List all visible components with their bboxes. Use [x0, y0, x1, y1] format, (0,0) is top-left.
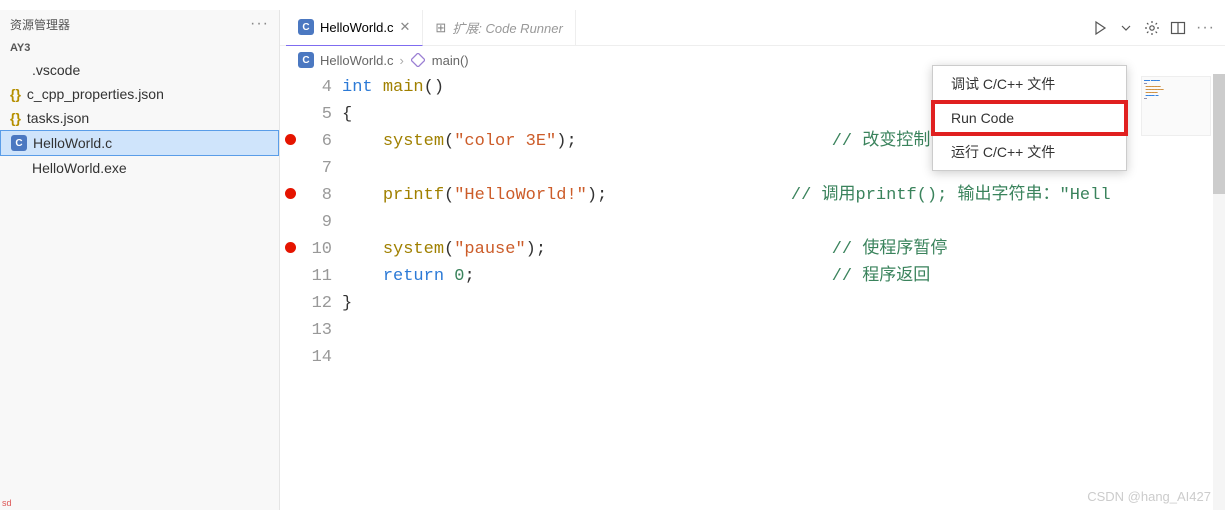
line-number: 11: [300, 263, 342, 290]
tab-bar: C HelloWorld.c ✕ ⊞ 扩展: Code Runner ···: [280, 10, 1225, 46]
code-line[interactable]: 14: [280, 344, 1225, 371]
json-icon: {}: [10, 110, 21, 126]
line-number: 13: [300, 317, 342, 344]
code-content[interactable]: [342, 209, 1225, 236]
file-label: HelloWorld.exe: [32, 160, 127, 176]
tab-label: 扩展: Code Runner: [452, 18, 563, 37]
code-line[interactable]: 11 return 0; // 程序返回: [280, 263, 1225, 290]
breadcrumb-symbol[interactable]: main(): [432, 53, 469, 68]
breadcrumb-file[interactable]: HelloWorld.c: [320, 53, 393, 68]
line-number: 10: [300, 236, 342, 263]
breakpoint-gutter[interactable]: [280, 101, 300, 128]
breakpoint-icon[interactable]: [285, 242, 296, 253]
breakpoint-gutter[interactable]: [280, 236, 300, 263]
menu-bar: [0, 0, 1225, 10]
file-label: c_cpp_properties.json: [27, 86, 164, 102]
sidebar-section[interactable]: AY3: [0, 38, 279, 58]
breakpoint-icon[interactable]: [285, 188, 296, 199]
editor-tab[interactable]: ⊞ 扩展: Code Runner: [423, 10, 575, 46]
tab-label: HelloWorld.c: [320, 20, 393, 35]
c-file-icon: C: [298, 19, 314, 35]
close-tab-icon[interactable]: ✕: [399, 19, 410, 35]
breakpoint-gutter[interactable]: [280, 290, 300, 317]
line-number: 8: [300, 182, 342, 209]
code-content[interactable]: printf("HelloWorld!"); // 调用printf(); 输出…: [342, 182, 1225, 209]
run-icon[interactable]: [1092, 20, 1108, 36]
json-icon: {}: [10, 86, 21, 102]
breakpoint-gutter[interactable]: [280, 182, 300, 209]
corner-label: sd: [2, 498, 12, 508]
chevron-right-icon: ›: [399, 53, 403, 68]
c-file-icon: C: [298, 52, 314, 68]
file-tree-item[interactable]: {} tasks.json: [0, 106, 279, 130]
sidebar: 资源管理器 ··· AY3 .vscode {} c_cpp_properties.…: [0, 10, 280, 510]
file-tree: .vscode {} c_cpp_properties.json {} tasks.js…: [0, 58, 279, 510]
code-content[interactable]: system("pause"); // 使程序暂停: [342, 236, 1225, 263]
scroll-thumb[interactable]: [1213, 74, 1225, 194]
file-label: HelloWorld.c: [33, 135, 112, 151]
file-label: .vscode: [32, 62, 80, 78]
split-editor-icon[interactable]: [1170, 20, 1186, 36]
sidebar-header: 资源管理器 ···: [0, 10, 279, 38]
code-line[interactable]: 12}: [280, 290, 1225, 317]
code-line[interactable]: 8 printf("HelloWorld!"); // 调用printf(); …: [280, 182, 1225, 209]
file-tree-item[interactable]: HelloWorld.exe: [0, 156, 279, 180]
breakpoint-gutter[interactable]: [280, 344, 300, 371]
menu-item[interactable]: Run Code: [933, 102, 1126, 134]
code-line[interactable]: 13: [280, 317, 1225, 344]
more-icon[interactable]: ···: [250, 15, 269, 33]
code-line[interactable]: 10 system("pause"); // 使程序暂停: [280, 236, 1225, 263]
breakpoint-gutter[interactable]: [280, 209, 300, 236]
breakpoint-gutter[interactable]: [280, 128, 300, 155]
watermark: CSDN @hang_AI427: [1087, 489, 1211, 504]
line-number: 7: [300, 155, 342, 182]
line-number: 9: [300, 209, 342, 236]
breakpoint-gutter[interactable]: [280, 263, 300, 290]
breakpoint-gutter[interactable]: [280, 155, 300, 182]
symbol-method-icon: [410, 52, 426, 68]
code-content[interactable]: return 0; // 程序返回: [342, 263, 1225, 290]
line-number: 14: [300, 344, 342, 371]
tab-more-icon[interactable]: ···: [1196, 19, 1215, 37]
minimap[interactable]: ▬▬ ▬▬▬▬ ▬▬▬▬▬ ▬▬▬▬▬▬ ▬▬▬▬ ▬▬▬ ▬▬: [1141, 76, 1211, 136]
sidebar-title: 资源管理器: [10, 16, 70, 33]
line-number: 4: [300, 74, 342, 101]
c-file-icon: C: [11, 135, 27, 151]
file-tree-item[interactable]: C HelloWorld.c: [0, 130, 279, 156]
editor-area: C HelloWorld.c ✕ ⊞ 扩展: Code Runner ··· C Hel…: [280, 10, 1225, 510]
breakpoint-gutter[interactable]: [280, 317, 300, 344]
menu-item[interactable]: 调试 C/C++ 文件: [933, 66, 1126, 102]
editor-tab[interactable]: C HelloWorld.c ✕: [286, 10, 423, 46]
run-dropdown-icon[interactable]: [1118, 20, 1134, 36]
tab-actions: ···: [1092, 19, 1225, 37]
file-tree-item[interactable]: .vscode: [0, 58, 279, 82]
breakpoint-icon[interactable]: [285, 134, 296, 145]
settings-icon[interactable]: [1144, 20, 1160, 36]
code-content[interactable]: }: [342, 290, 1225, 317]
main-area: 资源管理器 ··· AY3 .vscode {} c_cpp_properties.…: [0, 10, 1225, 510]
breakpoint-gutter[interactable]: [280, 74, 300, 101]
run-dropdown-menu: 调试 C/C++ 文件Run Code运行 C/C++ 文件: [932, 65, 1127, 171]
code-content[interactable]: [342, 317, 1225, 344]
file-tree-item[interactable]: {} c_cpp_properties.json: [0, 82, 279, 106]
file-label: tasks.json: [27, 110, 89, 126]
vertical-scrollbar[interactable]: [1213, 74, 1225, 510]
menu-item[interactable]: 运行 C/C++ 文件: [933, 134, 1126, 170]
line-number: 6: [300, 128, 342, 155]
code-content[interactable]: [342, 344, 1225, 371]
line-number: 5: [300, 101, 342, 128]
code-line[interactable]: 9: [280, 209, 1225, 236]
extension-icon: ⊞: [435, 20, 446, 36]
line-number: 12: [300, 290, 342, 317]
